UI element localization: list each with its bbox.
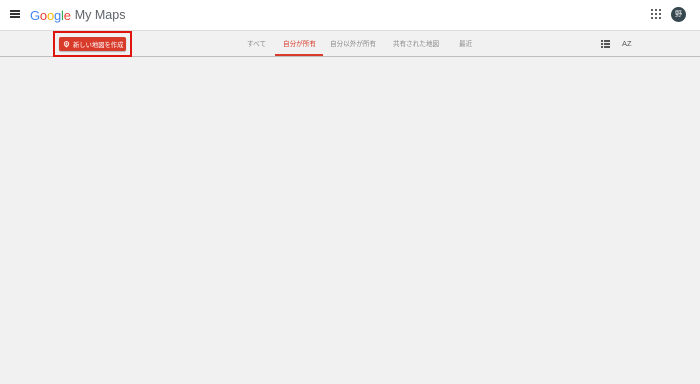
logo[interactable]: Google My Maps bbox=[30, 6, 125, 24]
create-new-map-button[interactable]: 新しい地図を作成 bbox=[59, 37, 126, 51]
tab-all[interactable]: すべて bbox=[247, 34, 266, 54]
logo-letter: e bbox=[63, 7, 71, 23]
create-button-label: 新しい地図を作成 bbox=[73, 41, 124, 49]
tab-owned-by-others[interactable]: 自分以外が所有 bbox=[330, 34, 376, 54]
add-map-icon bbox=[63, 40, 70, 47]
hamburger-menu-icon[interactable] bbox=[10, 10, 20, 18]
active-tab-indicator bbox=[275, 54, 323, 56]
app-name: My Maps bbox=[74, 8, 126, 22]
tab-shared-maps[interactable]: 共有された地図 bbox=[393, 34, 439, 54]
avatar[interactable]: 野 bbox=[671, 7, 686, 22]
tab-recent[interactable]: 最近 bbox=[459, 34, 472, 54]
maps-list-area bbox=[0, 57, 700, 384]
apps-grid-icon[interactable] bbox=[651, 9, 661, 19]
logo-letter: o bbox=[46, 7, 54, 23]
list-view-icon[interactable] bbox=[601, 40, 610, 48]
logo-letter: G bbox=[30, 7, 40, 23]
logo-letter: o bbox=[39, 7, 47, 23]
google-logo: Google bbox=[30, 8, 71, 23]
tab-owned-by-me[interactable]: 自分が所有 bbox=[283, 34, 316, 54]
logo-letter: g bbox=[53, 7, 62, 23]
sort-az-icon[interactable]: AZ bbox=[622, 38, 635, 50]
app-header: Google My Maps 野 bbox=[0, 0, 700, 30]
